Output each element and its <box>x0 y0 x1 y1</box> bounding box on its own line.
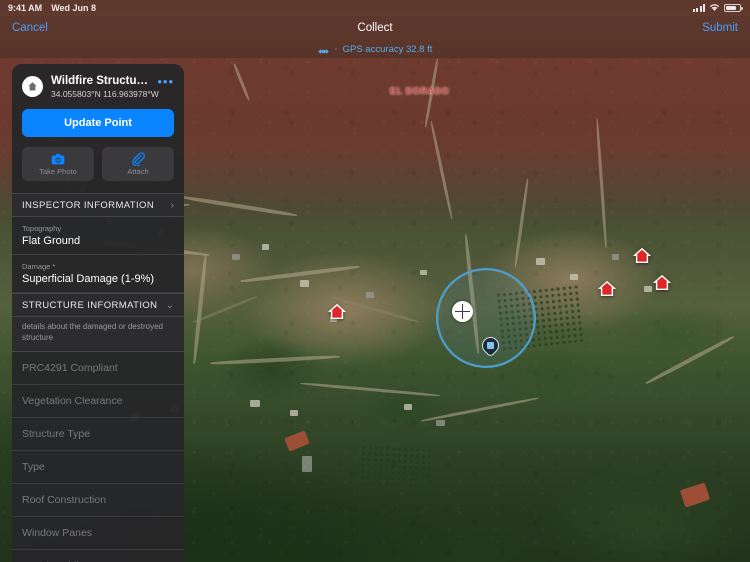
crosshair-icon[interactable] <box>452 301 473 322</box>
field-placeholder: Type <box>22 461 45 473</box>
field-window-panes[interactable]: Window Panes <box>12 517 184 550</box>
structure-icon <box>22 76 43 97</box>
field-roof-construction[interactable]: Roof Construction <box>12 484 184 517</box>
field-exterior-siding[interactable]: Exterior Siding <box>12 550 184 562</box>
status-time: 9:41 AM <box>8 3 42 13</box>
take-photo-button[interactable]: Take Photo <box>22 147 94 181</box>
damaged-structure-marker[interactable] <box>653 274 671 292</box>
field-placeholder: PRC4291 Compliant <box>22 362 118 374</box>
battery-icon <box>724 4 741 12</box>
cancel-button[interactable]: Cancel <box>12 22 48 34</box>
navigation-bar: Cancel Collect Submit <box>0 16 750 40</box>
field-prc4291-compliant[interactable]: PRC4291 Compliant <box>12 352 184 385</box>
field-placeholder: Structure Type <box>22 428 90 440</box>
cellular-signal-icon <box>693 4 705 12</box>
satellite-icon <box>318 44 329 55</box>
damaged-structure-marker[interactable] <box>328 303 346 321</box>
field-label: Damage * <box>22 262 174 271</box>
section-header-inspector-information[interactable]: INSPECTOR INFORMATION › <box>12 193 184 217</box>
field-damage[interactable]: Damage * Superficial Damage (1-9%) <box>12 255 184 293</box>
feature-coordinates: 34.055803°N 116.963978°W <box>51 89 149 99</box>
separator-dot <box>335 48 337 50</box>
section-header-structure-information[interactable]: STRUCTURE INFORMATION ⌄ <box>12 293 184 317</box>
take-photo-label: Take Photo <box>39 167 77 176</box>
page-title: Collect <box>0 22 750 34</box>
chevron-down-icon: ⌄ <box>166 300 174 311</box>
field-topography[interactable]: Topography Flat Ground <box>12 217 184 255</box>
more-options-button[interactable]: ••• <box>157 77 174 87</box>
field-label: Topography <box>22 224 174 233</box>
status-date: Wed Jun 8 <box>51 3 96 13</box>
feature-title: Wildfire Structure D... <box>51 75 149 87</box>
field-vegetation-clearance[interactable]: Vegetation Clearance <box>12 385 184 418</box>
attach-button[interactable]: Attach <box>102 147 174 181</box>
gps-status-bar[interactable]: GPS accuracy 32.8 ft <box>0 40 750 58</box>
field-placeholder: Vegetation Clearance <box>22 395 122 407</box>
gps-accuracy-text: GPS accuracy 32.8 ft <box>343 44 433 55</box>
damaged-structure-marker[interactable] <box>598 280 616 298</box>
field-placeholder: Roof Construction <box>22 494 106 506</box>
status-bar: 9:41 AM Wed Jun 8 <box>0 0 750 16</box>
feature-card-header: Wildfire Structure D... 34.055803°N 116.… <box>12 64 184 107</box>
field-placeholder: Window Panes <box>22 527 92 539</box>
paperclip-icon <box>131 152 145 166</box>
section-title: INSPECTOR INFORMATION <box>22 200 171 211</box>
field-value: Flat Ground <box>22 235 174 247</box>
field-structure-type[interactable]: Structure Type <box>12 418 184 451</box>
field-type[interactable]: Type <box>12 451 184 484</box>
chevron-right-icon: › <box>171 200 174 211</box>
wifi-icon <box>709 3 720 14</box>
submit-button[interactable]: Submit <box>702 22 738 34</box>
field-value: Superficial Damage (1-9%) <box>22 273 174 285</box>
map-place-label: EL DORADO <box>390 86 449 96</box>
collect-form-panel: Wildfire Structure D... 34.055803°N 116.… <box>12 64 184 562</box>
camera-icon <box>51 152 65 166</box>
section-title: STRUCTURE INFORMATION <box>22 300 166 311</box>
attach-label: Attach <box>127 167 148 176</box>
damaged-structure-marker[interactable] <box>633 247 651 265</box>
attachment-actions: Take Photo Attach <box>22 147 174 181</box>
collect-screen: EL DORADO 9:41 AM Wed Jun 8 <box>0 0 750 562</box>
update-point-button[interactable]: Update Point <box>22 109 174 137</box>
section-subtitle: details about the damaged or destroyed s… <box>12 317 184 352</box>
